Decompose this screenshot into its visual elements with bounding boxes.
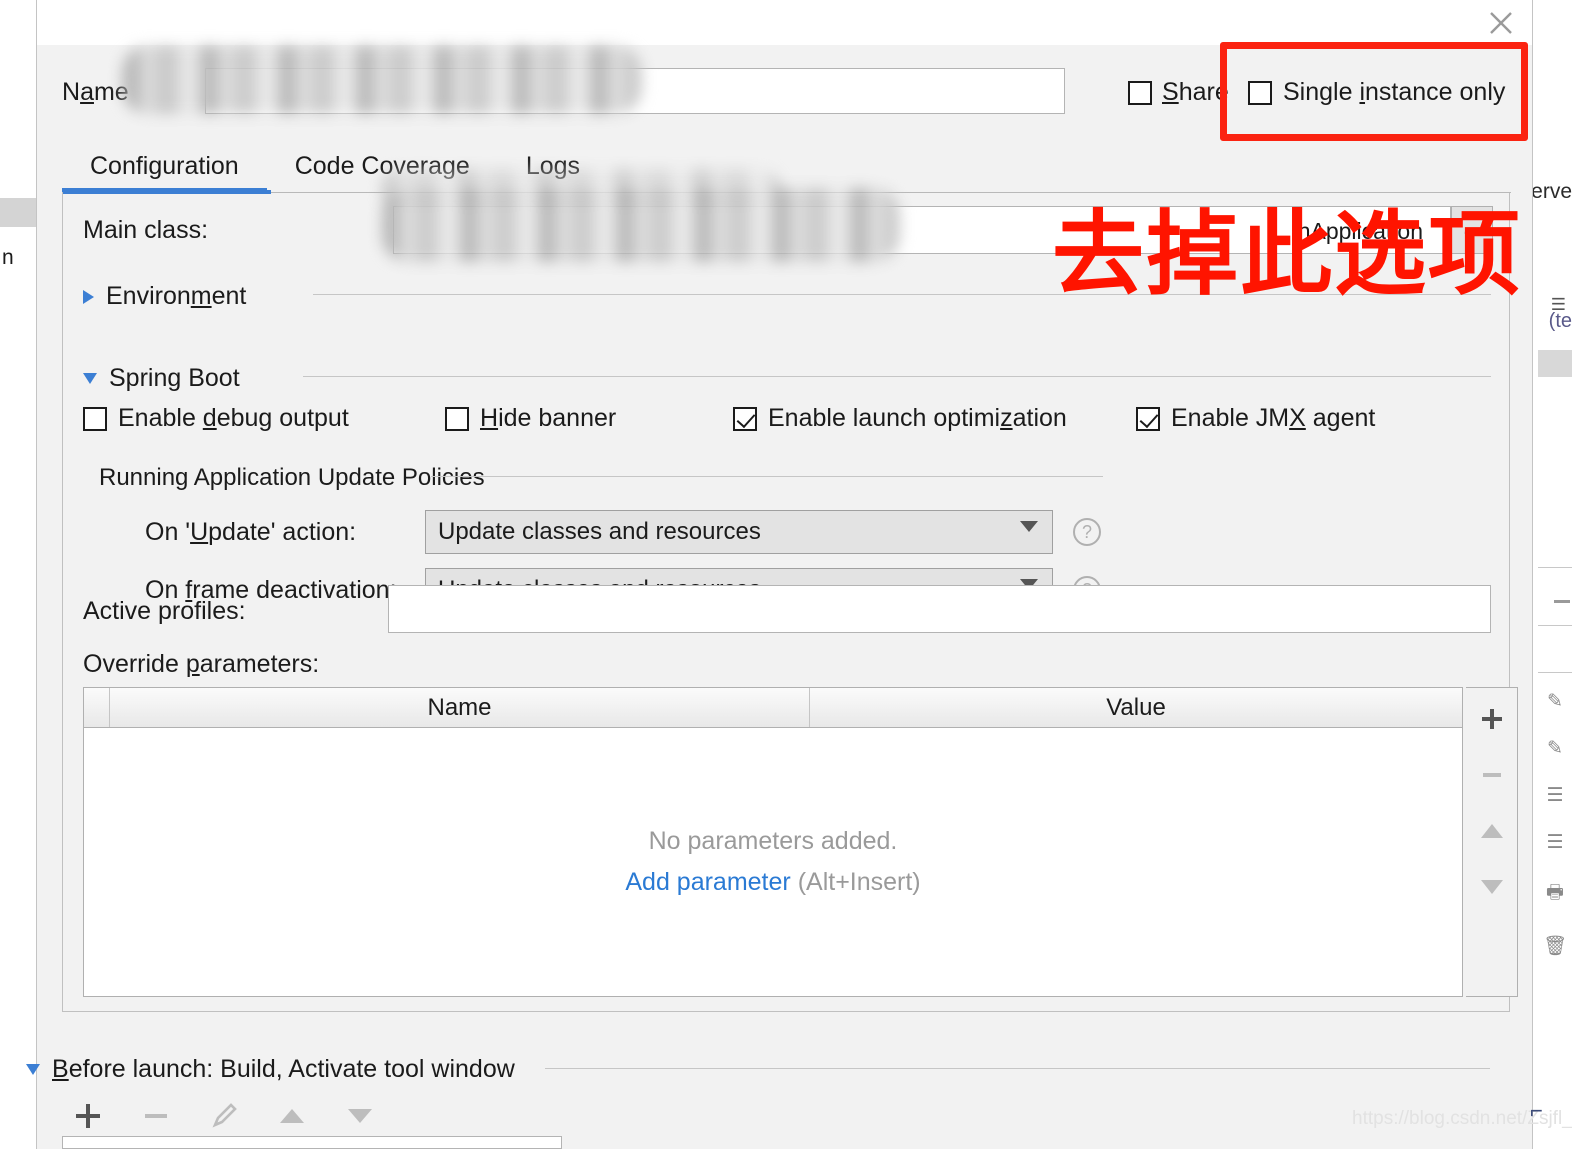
hide-banner-checkbox[interactable]: Hide banner	[445, 404, 616, 433]
name-label: Name	[62, 78, 129, 106]
hide-banner-box[interactable]	[445, 406, 469, 431]
background-right-selection	[1538, 350, 1572, 377]
table-header-gutter	[84, 688, 110, 727]
single-instance-only-checkbox[interactable]: Single instance only	[1248, 78, 1505, 107]
before-launch-divider	[545, 1068, 1490, 1069]
empty-message: No parameters added.	[648, 827, 898, 855]
spring-boot-section-label: Spring Boot	[109, 364, 240, 392]
enable-debug-output-checkbox[interactable]: Enable debug output	[83, 404, 349, 433]
tab-active-indicator	[63, 190, 271, 194]
environment-section-divider	[313, 294, 1491, 295]
list-icon: ☰	[1546, 832, 1564, 853]
main-class-label: Main class:	[83, 216, 209, 244]
background-left-glyph: n	[2, 246, 14, 269]
override-parameters-table: Name Value No parameters added. Add para…	[83, 687, 1463, 997]
before-launch-task-list[interactable]	[62, 1136, 562, 1149]
print-icon: 🖶	[1546, 882, 1564, 903]
remove-parameter-button[interactable]	[1475, 758, 1509, 792]
hide-banner-label: Hide banner	[480, 404, 617, 432]
share-checkbox-box[interactable]	[1128, 80, 1152, 105]
list-icon: ☰	[1546, 785, 1564, 806]
background-right-white	[1538, 377, 1572, 567]
background-divider-1	[1538, 567, 1572, 568]
before-launch-move-up-button[interactable]	[274, 1098, 310, 1134]
main-class-browse-button[interactable]: ...	[1451, 206, 1493, 254]
spring-boot-section-divider	[303, 376, 1491, 377]
active-profiles-label: Active profiles:	[83, 597, 246, 625]
tab-code-coverage[interactable]: Code Coverage	[267, 140, 498, 192]
panel-top-border	[63, 192, 1511, 193]
question-icon[interactable]: ?	[1073, 518, 1101, 546]
trash-icon: 🗑	[1542, 936, 1568, 957]
background-right-text: erve	[1531, 180, 1572, 203]
tab-configuration[interactable]: Configuration	[62, 140, 267, 192]
close-icon[interactable]	[1485, 7, 1517, 39]
background-right-border	[1532, 0, 1533, 1149]
before-launch-label: Before launch: Build, Activate tool wind…	[52, 1055, 515, 1083]
name-input[interactable]	[205, 68, 1065, 114]
table-header-value[interactable]: Value	[810, 688, 1462, 727]
empty-add-row: Add parameter (Alt+Insert)	[625, 868, 920, 897]
chevron-down-icon	[1020, 521, 1038, 532]
background-right-paren: (te	[1548, 310, 1572, 332]
share-checkbox-label: Share	[1162, 78, 1229, 106]
dialog-titlebar	[37, 0, 1532, 45]
before-launch-remove-button[interactable]	[138, 1098, 174, 1134]
add-parameter-shortcut: (Alt+Insert)	[797, 868, 921, 896]
spring-boot-section-header[interactable]: Spring Boot	[83, 364, 240, 393]
pencil-icon: ✎	[1547, 691, 1563, 712]
enable-launch-optimization-box[interactable]	[733, 406, 757, 431]
pencil-icon: ✎	[1547, 738, 1563, 759]
single-instance-checkbox-box[interactable]	[1248, 80, 1272, 105]
enable-jmx-agent-checkbox[interactable]: Enable JMX agent	[1136, 404, 1375, 433]
configuration-panel: Main class: nApplication ... Environment…	[62, 190, 1518, 1012]
main-class-value: nApplication	[1297, 218, 1423, 244]
on-update-action-value: Update classes and resources	[438, 518, 761, 545]
before-launch-move-down-button[interactable]	[342, 1098, 378, 1134]
tab-bar: Configuration Code Coverage Logs	[62, 140, 608, 192]
main-class-input[interactable]	[393, 206, 1451, 254]
enable-debug-output-label: Enable debug output	[118, 404, 349, 432]
background-divider-2	[1538, 625, 1572, 626]
chevron-down-icon	[26, 1064, 40, 1075]
override-parameters-label: Override parameters:	[83, 650, 320, 678]
on-update-action-label: On 'Update' action:	[145, 517, 357, 546]
move-down-button[interactable]	[1475, 870, 1509, 904]
add-parameter-button[interactable]	[1475, 702, 1509, 736]
background-dash	[1554, 600, 1570, 603]
enable-jmx-agent-box[interactable]	[1136, 406, 1160, 431]
before-launch-section-header[interactable]: Before launch: Build, Activate tool wind…	[26, 1055, 515, 1084]
background-selected-row	[0, 198, 37, 227]
background-right-toolbar: ✎ ✎ ☰ ☰ 🖶 🗑	[1538, 690, 1572, 1130]
enable-jmx-agent-label: Enable JMX agent	[1171, 404, 1376, 432]
before-launch-edit-button[interactable]	[206, 1098, 242, 1134]
share-checkbox[interactable]: Share	[1128, 78, 1229, 107]
update-policies-group-label: Running Application Update Policies	[99, 464, 485, 491]
single-instance-checkbox-label: Single instance only	[1283, 78, 1506, 106]
move-up-button[interactable]	[1475, 814, 1509, 848]
add-parameter-link[interactable]: Add parameter	[625, 868, 790, 896]
table-toolbar	[1466, 687, 1518, 997]
environment-section-label: Environment	[106, 282, 247, 310]
enable-launch-optimization-label: Enable launch optimization	[768, 404, 1067, 432]
before-launch-toolbar	[70, 1098, 378, 1134]
enable-debug-output-box[interactable]	[83, 406, 107, 431]
on-update-action-row: On 'Update' action: Update classes and r…	[145, 510, 1101, 554]
enable-launch-optimization-checkbox[interactable]: Enable launch optimization	[733, 404, 1067, 433]
tab-logs[interactable]: Logs	[498, 140, 608, 192]
watermark-glyph: ⌐	[1530, 1098, 1543, 1123]
table-header-name[interactable]: Name	[110, 688, 810, 727]
chevron-down-icon	[83, 373, 97, 384]
environment-section-header[interactable]: Environment	[83, 282, 246, 311]
background-divider-3	[1538, 672, 1572, 673]
background-left-panel	[0, 0, 37, 1149]
before-launch-add-button[interactable]	[70, 1098, 106, 1134]
table-empty-state: No parameters added. Add parameter (Alt+…	[84, 728, 1462, 996]
active-profiles-input[interactable]	[388, 585, 1491, 633]
chevron-right-icon	[83, 289, 94, 304]
update-policies-divider	[431, 476, 1103, 477]
table-header-row: Name Value	[84, 688, 1462, 728]
on-update-action-dropdown[interactable]: Update classes and resources	[425, 510, 1053, 554]
